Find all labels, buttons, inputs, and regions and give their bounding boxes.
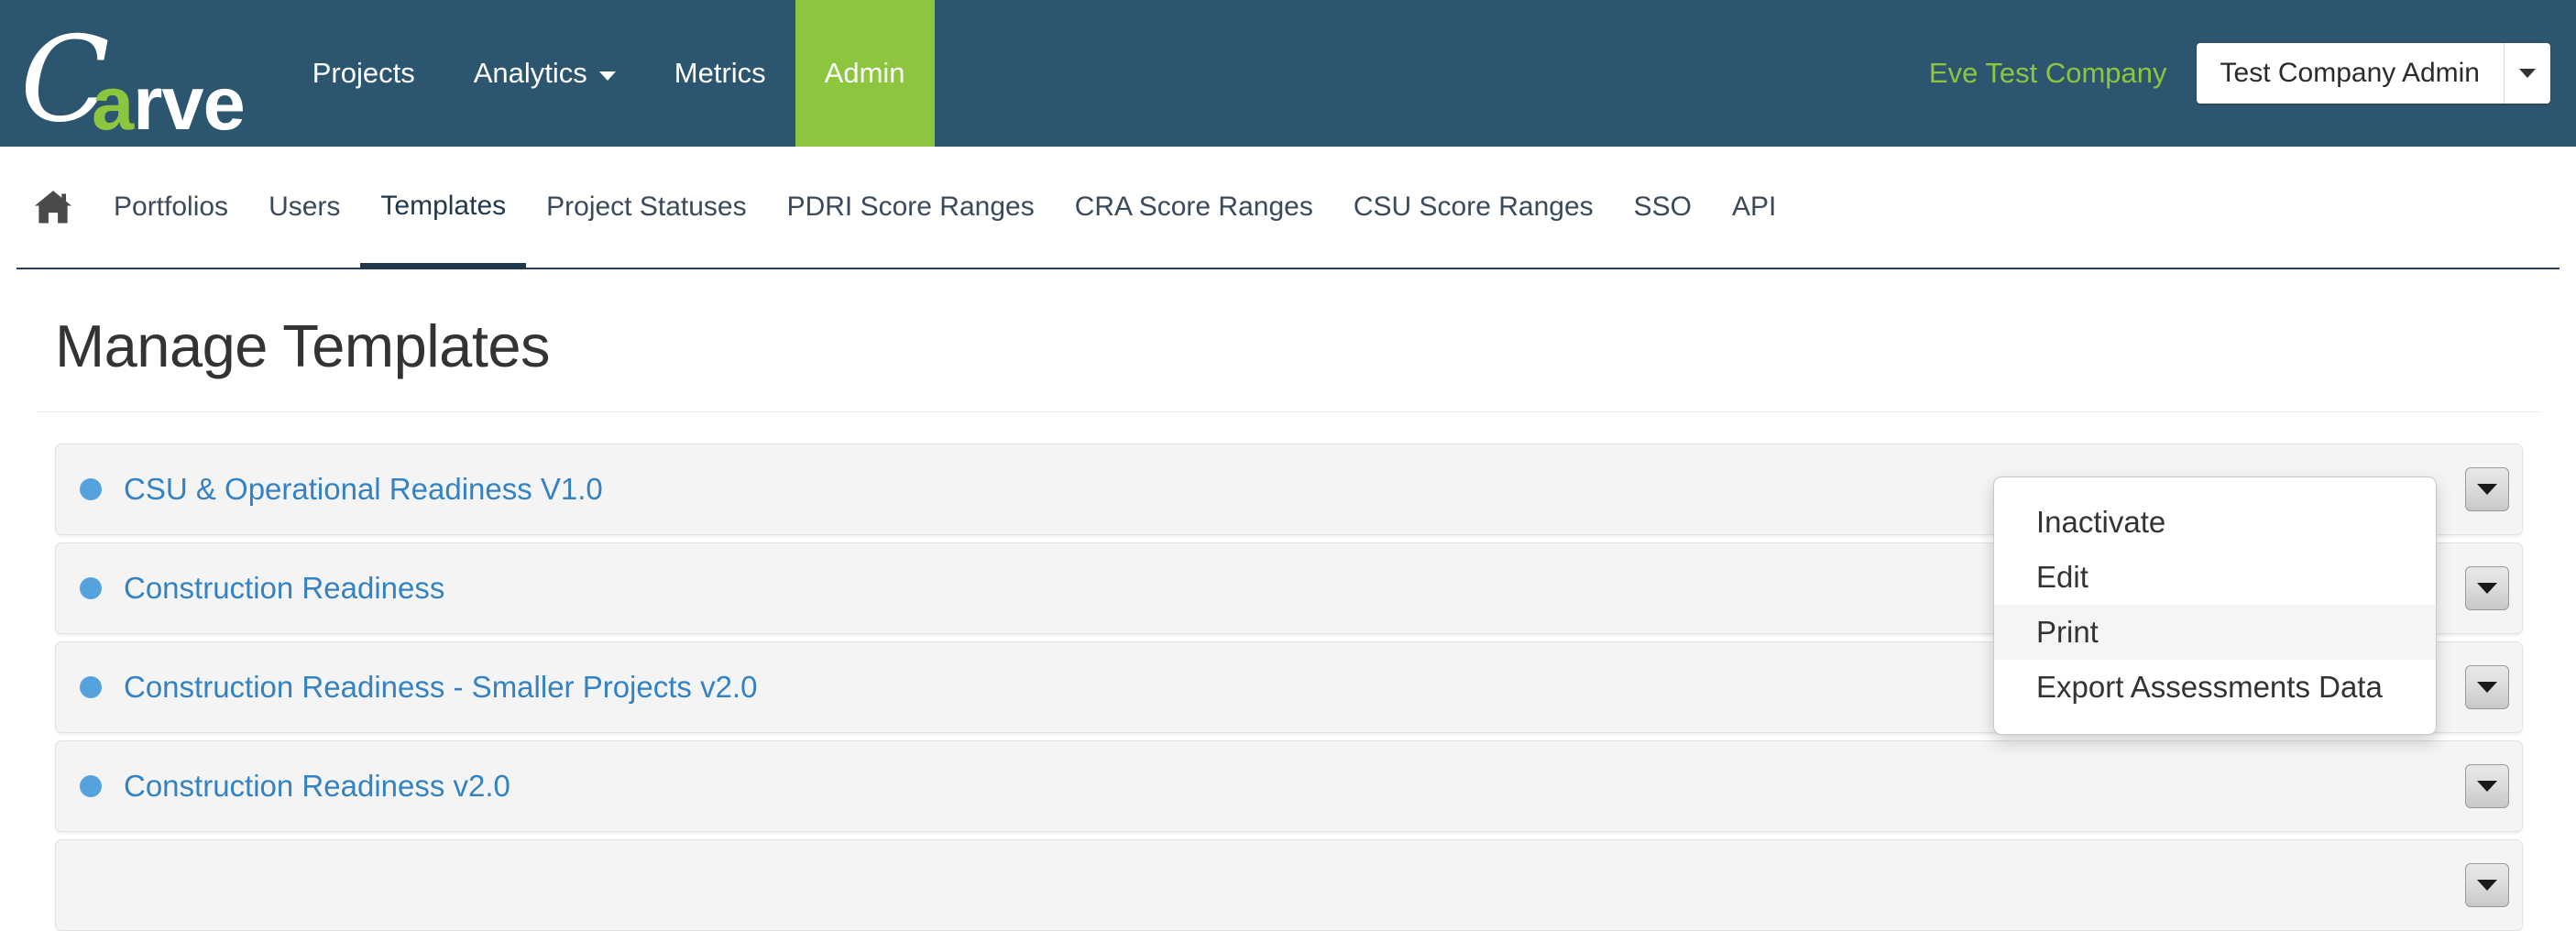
top-header-bar: Carve Projects Analytics Metrics Admin E…	[0, 0, 2576, 147]
page-title: Manage Templates	[55, 312, 551, 379]
subnav-item-sso-label: SSO	[1633, 192, 1692, 222]
row-actions-toggle[interactable]	[2465, 467, 2509, 511]
row-actions-toggle[interactable]	[2465, 665, 2509, 709]
caret-down-icon	[2477, 781, 2497, 792]
nav-item-admin[interactable]: Admin	[795, 0, 935, 147]
logo-letters-rve: rve	[133, 60, 246, 146]
admin-tabs: Portfolios Users Templates Project Statu…	[16, 147, 2560, 269]
subnav-item-users[interactable]: Users	[248, 147, 360, 268]
caret-down-icon	[2477, 880, 2497, 891]
user-menu-group: Test Company Admin	[2196, 43, 2550, 104]
status-dot-icon	[80, 676, 102, 698]
subnav-item-pdri-score-ranges-label: PDRI Score Ranges	[786, 192, 1035, 222]
carve-logo: Carve	[20, 11, 250, 142]
status-dot-icon	[80, 775, 102, 797]
subnav-item-users-label: Users	[269, 192, 341, 222]
template-name-link[interactable]: Construction Readiness	[124, 571, 444, 606]
chevron-down-icon	[598, 71, 616, 81]
dropdown-item-print-label: Print	[2036, 615, 2099, 649]
nav-item-analytics[interactable]: Analytics	[444, 0, 645, 147]
template-name-link[interactable]: Construction Readiness - Smaller Project…	[124, 670, 757, 705]
table-row[interactable]: Construction Readiness v2.0	[55, 740, 2523, 832]
nav-item-projects[interactable]: Projects	[283, 0, 444, 147]
nav-item-projects-label: Projects	[312, 57, 415, 89]
caret-down-icon	[2519, 69, 2536, 78]
dropdown-item-export-assessments-data-label: Export Assessments Data	[2036, 670, 2383, 704]
caret-down-icon	[2477, 484, 2497, 495]
dropdown-item-edit-label: Edit	[2036, 560, 2088, 594]
subnav-item-pdri-score-ranges[interactable]: PDRI Score Ranges	[767, 147, 1055, 268]
dropdown-item-print[interactable]: Print	[1994, 605, 2436, 660]
caret-down-icon	[2477, 583, 2497, 594]
logo-letter-c: C	[20, 12, 110, 148]
subnav-item-api[interactable]: API	[1712, 147, 1796, 268]
company-name-label: Eve Test Company	[1928, 57, 2167, 89]
table-row[interactable]	[55, 839, 2523, 931]
subnav-item-project-statuses[interactable]: Project Statuses	[526, 147, 766, 268]
templates-list: CSU & Operational Readiness V1.0 Constru…	[16, 412, 2560, 931]
subnav-item-project-statuses-label: Project Statuses	[546, 192, 747, 222]
template-name-link[interactable]: CSU & Operational Readiness V1.0	[124, 472, 603, 507]
primary-navigation: Projects Analytics Metrics Admin	[283, 0, 935, 147]
subnav-item-portfolios-label: Portfolios	[114, 192, 229, 222]
header-right-cluster: Eve Test Company Test Company Admin	[1929, 0, 2576, 147]
dropdown-item-export-assessments-data[interactable]: Export Assessments Data	[1994, 660, 2436, 715]
caret-down-icon	[2477, 682, 2497, 693]
brand-logo-link[interactable]: Carve	[0, 0, 283, 147]
user-menu-label: Test Company Admin	[2220, 58, 2480, 88]
status-dot-icon	[80, 478, 102, 500]
logo-letter-a: a	[91, 60, 134, 146]
nav-item-analytics-label: Analytics	[473, 57, 587, 89]
logo-word-arve: arve	[91, 60, 246, 146]
nav-item-admin-label: Admin	[824, 57, 905, 89]
row-actions-dropdown-menu: Inactivate Edit Print Export Assessments…	[1993, 476, 2437, 735]
subnav-item-cra-score-ranges[interactable]: CRA Score Ranges	[1055, 147, 1333, 268]
nav-item-metrics[interactable]: Metrics	[645, 0, 795, 147]
subnav-item-csu-score-ranges-label: CSU Score Ranges	[1353, 192, 1594, 222]
subnav-item-home[interactable]	[24, 147, 93, 268]
secondary-navigation-wrapper: Portfolios Users Templates Project Statu…	[0, 147, 2576, 269]
dropdown-item-inactivate-label: Inactivate	[2036, 505, 2166, 539]
main-content: Manage Templates CSU & Operational Readi…	[0, 269, 2576, 931]
home-icon	[33, 189, 73, 225]
status-dot-icon	[80, 577, 102, 599]
row-actions-toggle[interactable]	[2465, 764, 2509, 808]
dropdown-item-inactivate[interactable]: Inactivate	[1994, 495, 2436, 550]
subnav-item-api-label: API	[1732, 192, 1777, 222]
subnav-item-csu-score-ranges[interactable]: CSU Score Ranges	[1333, 147, 1614, 268]
row-actions-toggle[interactable]	[2465, 566, 2509, 610]
subnav-item-templates-label: Templates	[380, 190, 507, 221]
row-actions-toggle[interactable]	[2465, 863, 2509, 907]
user-menu-button[interactable]: Test Company Admin	[2196, 43, 2504, 104]
subnav-item-templates[interactable]: Templates	[360, 148, 527, 269]
nav-item-metrics-label: Metrics	[674, 57, 766, 89]
dropdown-item-edit[interactable]: Edit	[1994, 550, 2436, 605]
subnav-item-sso[interactable]: SSO	[1614, 147, 1712, 268]
subnav-item-cra-score-ranges-label: CRA Score Ranges	[1074, 192, 1313, 222]
subnav-item-portfolios[interactable]: Portfolios	[93, 147, 248, 268]
user-menu-toggle[interactable]	[2504, 43, 2550, 104]
template-name-link[interactable]: Construction Readiness v2.0	[124, 769, 510, 804]
